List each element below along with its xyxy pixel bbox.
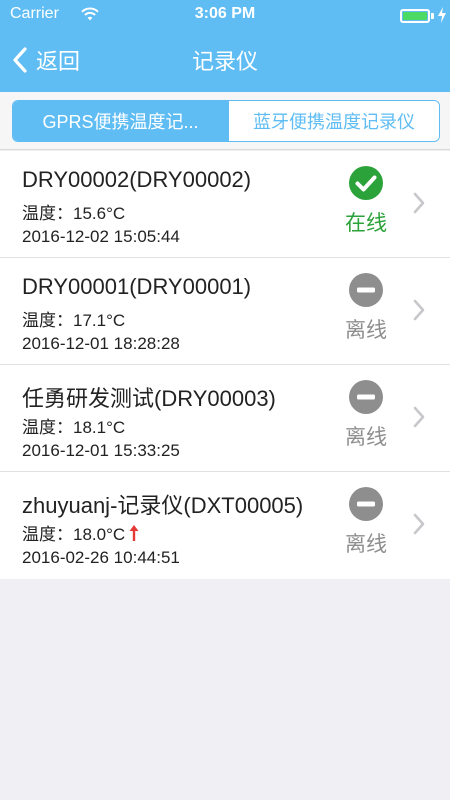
device-name: zhuyuanj-记录仪(DXT00005) — [22, 493, 304, 518]
clock: 3:06 PM — [194, 5, 256, 22]
charging-icon — [438, 7, 446, 23]
app-header: Carrier 3:06 PM 返回 记录仪 — [0, 0, 450, 92]
offline-minus-icon — [349, 273, 383, 307]
chevron-right-icon — [413, 513, 425, 535]
device-row[interactable]: 任勇研发测试(DRY00003) 温度：18.1°C 2016-12-01 15… — [0, 365, 450, 472]
tab-bluetooth[interactable]: 蓝牙便携温度记录仪 — [228, 101, 439, 141]
segment-bar: GPRS便携温度记... 蓝牙便携温度记录仪 — [0, 92, 450, 150]
device-temperature-line: 温度：18.0°C — [22, 520, 140, 545]
offline-minus-icon — [349, 380, 383, 414]
arrow-up-icon — [129, 525, 139, 541]
device-row[interactable]: zhuyuanj-记录仪(DXT00005) 温度：18.0°C 2016-02… — [0, 472, 450, 579]
device-temperature: 温度：18.1°C — [22, 418, 126, 437]
chevron-right-icon — [413, 406, 425, 428]
status-bar: Carrier 3:06 PM — [0, 0, 450, 30]
online-check-icon — [349, 166, 383, 200]
device-list: DRY00002(DRY00002) 温度：15.6°C 2016-12-02 … — [0, 151, 450, 579]
battery-tip — [431, 13, 434, 19]
device-timestamp: 2016-12-01 15:33:25 — [22, 441, 180, 460]
status-label: 离线 — [345, 319, 387, 342]
device-temperature: 温度：18.0°C — [22, 525, 126, 544]
device-name: DRY00001(DRY00001) — [22, 274, 252, 299]
tab-gprs[interactable]: GPRS便携温度记... — [13, 101, 228, 141]
device-name: 任勇研发测试(DRY00003) — [22, 386, 276, 411]
chevron-right-icon — [413, 192, 425, 214]
page-title: 记录仪 — [191, 49, 258, 74]
device-name: DRY00002(DRY00002) — [22, 167, 252, 192]
device-temperature: 温度：17.1°C — [22, 311, 126, 330]
navigation-bar: 返回 记录仪 — [0, 30, 450, 92]
status-label: 在线 — [345, 212, 387, 235]
device-temperature: 温度：15.6°C — [22, 204, 126, 223]
device-timestamp: 2016-12-02 15:05:44 — [22, 227, 180, 246]
offline-minus-icon — [349, 487, 383, 521]
tab-bluetooth-label: 蓝牙便携温度记录仪 — [253, 112, 415, 132]
battery-icon — [400, 9, 430, 23]
chevron-right-icon — [413, 299, 425, 321]
device-timestamp: 2016-02-26 10:44:51 — [22, 548, 180, 567]
status-label: 离线 — [345, 426, 387, 449]
tab-gprs-label: GPRS便携温度记... — [42, 112, 199, 132]
device-timestamp: 2016-12-01 18:28:28 — [22, 334, 180, 353]
device-row[interactable]: DRY00001(DRY00001) 温度：17.1°C 2016-12-01 … — [0, 258, 450, 365]
segmented-control: GPRS便携温度记... 蓝牙便携温度记录仪 — [12, 100, 440, 142]
status-label: 离线 — [345, 533, 387, 556]
device-row[interactable]: DRY00002(DRY00002) 温度：15.6°C 2016-12-02 … — [0, 151, 450, 258]
